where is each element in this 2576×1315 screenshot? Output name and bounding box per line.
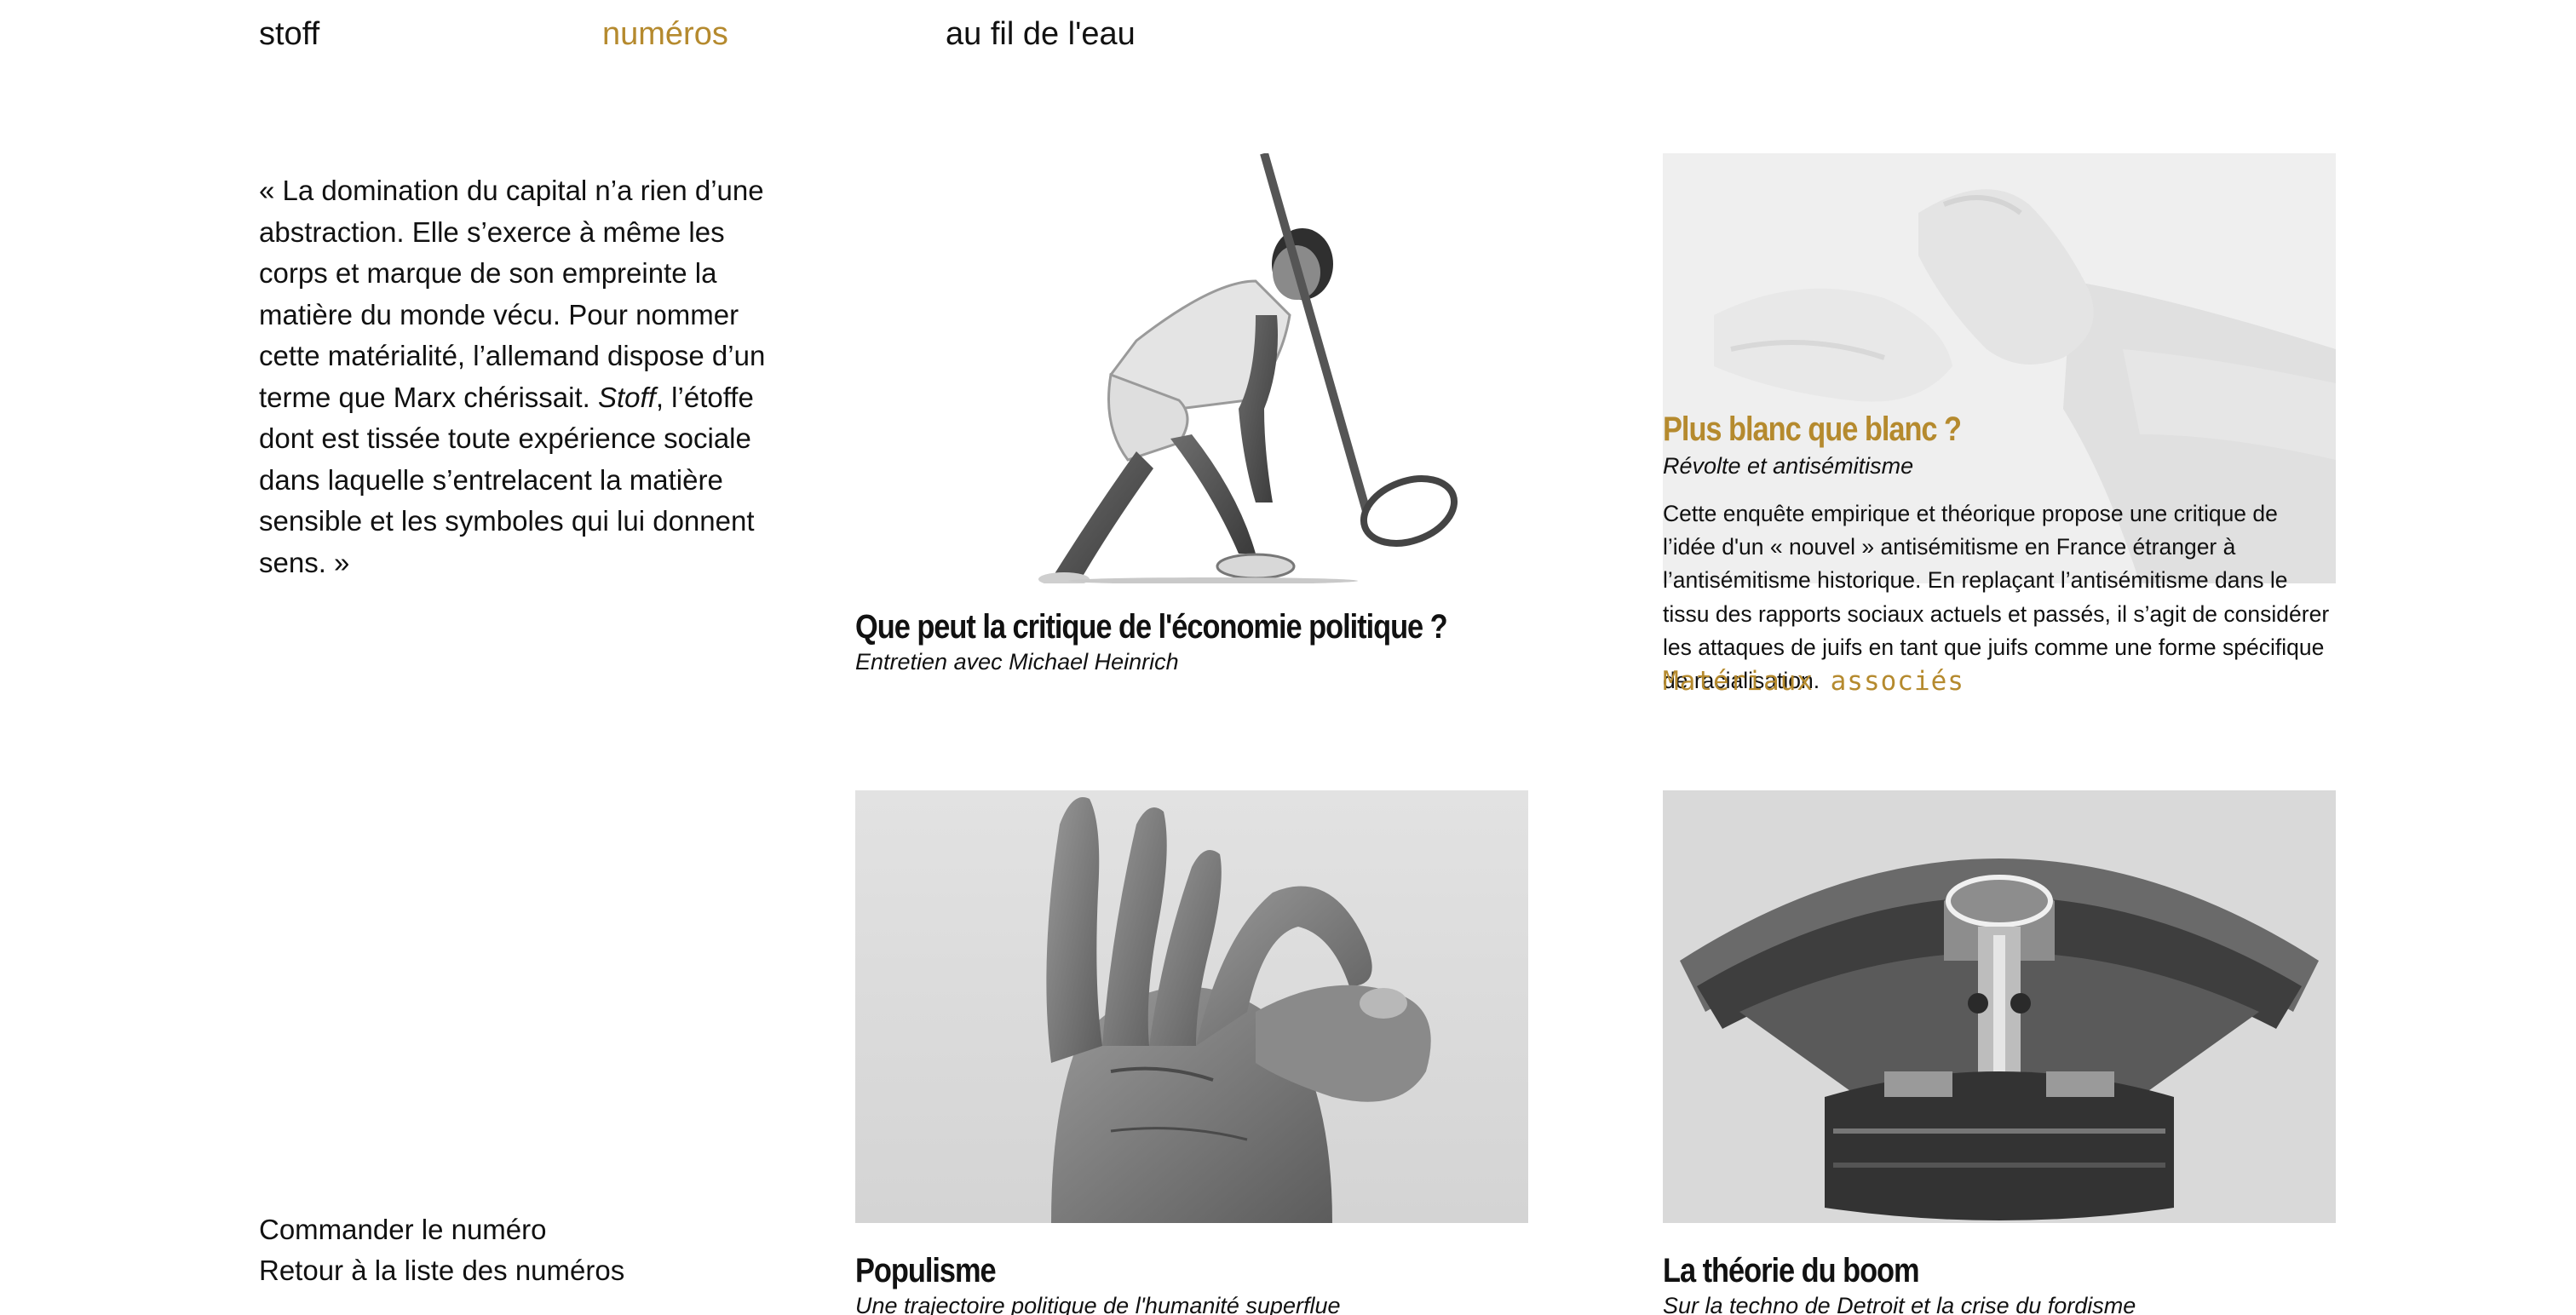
nav-link-numeros[interactable]: numéros <box>602 12 728 56</box>
page: stoff numéros au fil de l'eau « La domin… <box>0 0 2576 1315</box>
intro-text-part1: « La domination du capital n’a rien d’un… <box>259 175 766 413</box>
issue-actions: Commander le numéro Retour à la liste de… <box>259 1209 624 1291</box>
article-card-theorie-du-boom[interactable]: La théorie du boom Sur la techno de Detr… <box>1663 790 2336 1315</box>
issue-intro-quote: « La domination du capital n’a rien d’un… <box>259 170 770 583</box>
article-image-tennis-player[interactable] <box>855 153 1528 583</box>
intro-text-emphasis: Stoff <box>597 381 656 413</box>
article-image-loudspeaker[interactable] <box>1663 790 2336 1223</box>
article-title[interactable]: Que peut la critique de l'économie polit… <box>855 606 1448 647</box>
tennis-player-illustration <box>1038 153 1458 583</box>
hand-gesture-illustration <box>855 790 1528 1223</box>
article-title[interactable]: La théorie du boom <box>1663 1250 1920 1291</box>
article-title[interactable]: Populisme <box>855 1250 997 1291</box>
order-issue-link[interactable]: Commander le numéro <box>259 1209 624 1250</box>
article-card-populisme[interactable]: Populisme Une trajectoire politique de l… <box>855 790 1528 1315</box>
back-to-issues-link[interactable]: Retour à la liste des numéros <box>259 1250 624 1291</box>
nav-link-stoff[interactable]: stoff <box>259 12 319 56</box>
article-card-critique[interactable]: Que peut la critique de l'économie polit… <box>855 153 1528 698</box>
article-title[interactable]: Plus blanc que blanc ? <box>1663 409 1962 450</box>
article-card-plus-blanc[interactable]: Plus blanc que blanc ? Révolte et antisé… <box>1663 153 2336 715</box>
article-subtitle: Une trajectoire politique de l'humanité … <box>855 1293 1341 1315</box>
article-image-hand-gesture[interactable] <box>855 790 1528 1223</box>
article-subtitle: Révolte et antisémitisme <box>1663 453 1914 479</box>
loudspeaker-illustration <box>1663 790 2336 1223</box>
nav-link-au-fil-de-l-eau[interactable]: au fil de l'eau <box>946 12 1136 56</box>
article-subtitle: Sur la techno de Detroit et la crise du … <box>1663 1293 2136 1315</box>
article-subtitle: Entretien avec Michael Heinrich <box>855 649 1179 675</box>
related-materials-link[interactable]: Matériaux associés <box>1663 664 1964 698</box>
